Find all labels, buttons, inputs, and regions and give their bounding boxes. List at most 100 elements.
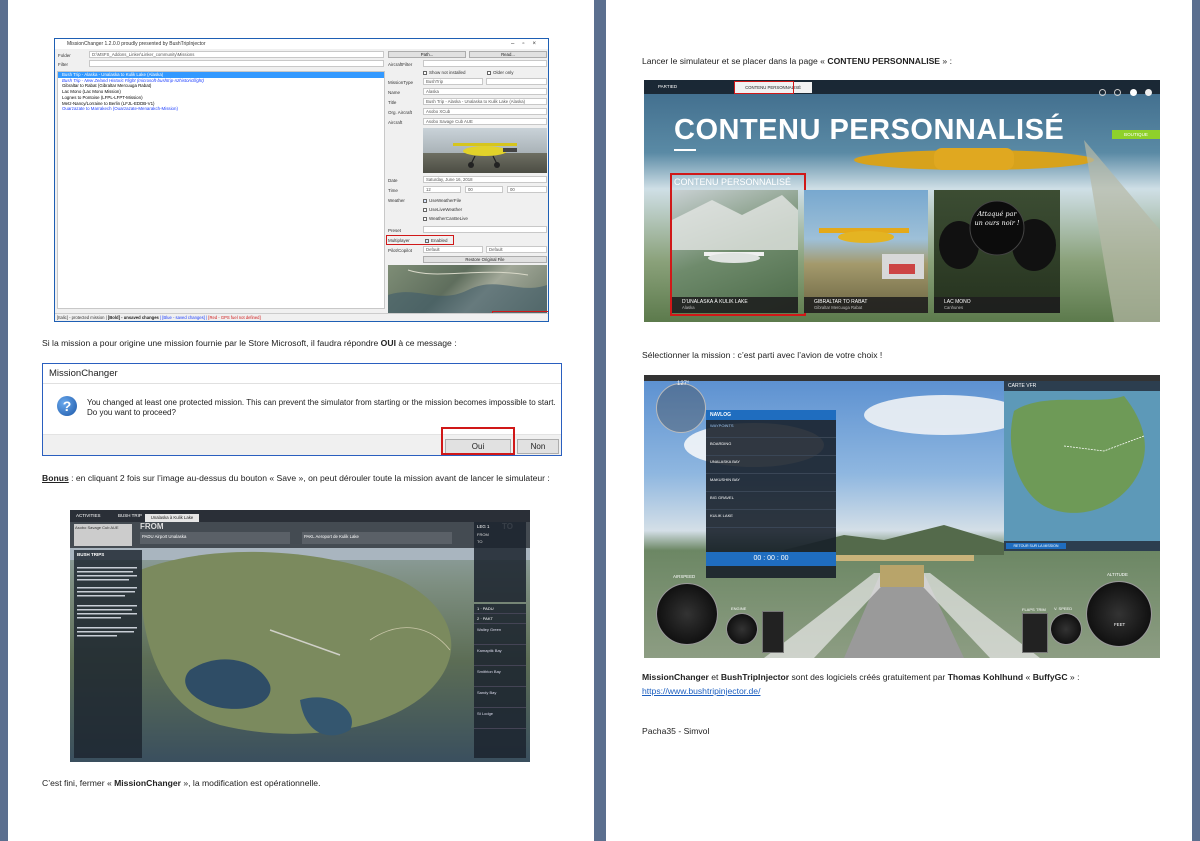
waypoint-item[interactable]: BOARDING xyxy=(706,438,836,456)
tile-gibraltar-image-icon xyxy=(819,228,924,279)
text-bold-oui: OUI xyxy=(380,338,396,348)
paragraph-store-warning: Si la mission a pour origine une mission… xyxy=(42,336,562,350)
aircraft-select[interactable]: Asobo Savage Cub AUE xyxy=(423,118,547,125)
msfs-custom-content-screenshot: PARTIED CONTENU PERSONNALISÉ CONTENU PER… xyxy=(644,80,1160,322)
paragraph-launch-sim: Lancer le simulateur et se placer dans l… xyxy=(642,54,1162,68)
aircraftfilter-input[interactable] xyxy=(423,60,547,67)
waypoint-item[interactable]: WAYPOINTS xyxy=(706,420,836,438)
tile-lac-mono-image-icon xyxy=(939,200,1056,271)
name-input[interactable]: Alaska xyxy=(423,88,547,95)
waypoint-item[interactable]: KULIK LAKE xyxy=(706,510,836,528)
document-page-left: MissionChanger 1.2.0.0 proudly presented… xyxy=(8,0,594,841)
dialog-message: You changed at least one protected missi… xyxy=(87,398,556,417)
heading-value: 127° xyxy=(677,381,690,387)
path-button[interactable]: Path... xyxy=(388,51,466,58)
map-return-button[interactable]: RETOUR SUR LA MISSION xyxy=(1006,543,1066,549)
pilot-select[interactable]: Default xyxy=(423,246,483,253)
weather-option-weatherfile[interactable]: UseWeatherFile xyxy=(423,198,461,203)
highlight-unalaska-tile xyxy=(670,173,806,316)
show-not-installed-checkbox[interactable]: Show not installed xyxy=(423,70,466,75)
leg-item[interactable]: Sandy Bay xyxy=(474,687,526,708)
legs-list-panel[interactable]: 1 · PADU 2 · PAKT Walley Green Kamaptik Bay… xyxy=(474,604,526,758)
document-page-right: Lancer le simulateur et se placer dans l… xyxy=(606,0,1192,841)
topbar-icons xyxy=(1099,83,1155,96)
date-picker[interactable]: Saturday, June 16, 2018 xyxy=(423,176,547,183)
leg-panel: LEG 1 FROM TO xyxy=(474,522,526,602)
boutique-button[interactable]: BOUTIQUE xyxy=(1112,130,1160,139)
navlog-panel[interactable]: NAVLOG WAYPOINTS BOARDING UNALASKA BAY MAKU… xyxy=(706,410,836,578)
weather-label: Weather xyxy=(388,198,405,203)
msfs-cockpit-screenshot: 127° NAVLOG WAYPOINTS BOARDING UNALASKA BA… xyxy=(644,375,1160,658)
leg-to-row: TO xyxy=(477,539,483,544)
leg-item[interactable]: Kamaptik Bay xyxy=(474,645,526,666)
mission-list-item[interactable]: Ouarzazate to Marrakech (Ouarzazate-Mena… xyxy=(58,106,384,112)
vspeed-label: V. SPEED xyxy=(1054,606,1073,611)
tab-bushtrip[interactable]: BUSH TRIP xyxy=(118,513,142,518)
vfr-map-panel[interactable]: CARTE VFR RETOUR SUR LA MISSION xyxy=(1004,381,1160,551)
bushtripinjector-link[interactable]: https://www.bushtripinjector.de/ xyxy=(642,684,760,698)
waypoint-item[interactable]: BIG GRAVEL xyxy=(706,492,836,510)
folder-input[interactable]: D:\MSFS_Addons_Linker\Linker_community\M… xyxy=(89,51,384,58)
leg-item[interactable]: Walley Green xyxy=(474,624,526,645)
flaps-trim-indicators xyxy=(1022,613,1048,653)
dialog-no-button[interactable]: Non xyxy=(517,439,559,454)
tab-destination[interactable]: Unalaska à Kulik Lake xyxy=(145,514,199,522)
waypoint-item[interactable]: MAKUSHIN BAY xyxy=(706,474,836,492)
text-run: C’est fini, fermer « xyxy=(42,778,115,788)
missiontype-input[interactable]: BushTrip xyxy=(423,78,483,85)
vfr-map-image-icon xyxy=(1004,391,1160,541)
tile-gibraltar[interactable]: GIBRALTAR TO RABAT Gibraltar Mercuuga Ra… xyxy=(804,190,928,313)
older-only-checkbox[interactable]: Older only xyxy=(487,70,514,75)
bear-caption: Attaqué par un ours noir ! xyxy=(974,210,1020,227)
title-input[interactable]: Bush Trip - Alaska - Unalaska to Kulik L… xyxy=(423,98,547,105)
heading-indicator: 127° xyxy=(656,381,706,433)
fuel-gauge xyxy=(762,611,784,653)
folder-label: Folder xyxy=(58,53,71,58)
preset-input[interactable] xyxy=(423,226,547,233)
time-hour-input[interactable]: 12 xyxy=(423,186,461,193)
leg-from-row: FROM xyxy=(477,532,489,537)
title-underline xyxy=(674,149,696,151)
settings-icon[interactable] xyxy=(1099,89,1106,96)
weather-option-liveweather[interactable]: UseLiveWeather xyxy=(423,207,462,212)
filter-label: Filter xyxy=(58,62,68,67)
mission-list[interactable]: Bush Trip - Alaska - Unalaska to Kulik L… xyxy=(57,71,385,309)
tab-activities[interactable]: ACTIVITIES xyxy=(76,513,101,518)
text-bold-missionchanger: MissionChanger xyxy=(642,672,709,682)
signature: Pacha35 - Simvol xyxy=(642,726,710,736)
status-legend: [Italic] - protected mission | [Bold] - … xyxy=(55,313,548,321)
filter-input[interactable] xyxy=(89,60,384,67)
mission-map-thumbnail[interactable] xyxy=(388,265,547,313)
tab-partied[interactable]: PARTIED xyxy=(658,84,677,89)
paragraph-bonus: Bonus : en cliquant 2 fois sur l’image a… xyxy=(42,471,562,485)
waypoint-list[interactable]: WAYPOINTS BOARDING UNALASKA BAY MAKUSHIN BA… xyxy=(706,420,836,528)
time-second-input[interactable]: 00 xyxy=(507,186,547,193)
to-airport: PAKL Aeroport de Kulik Lake xyxy=(302,532,452,544)
restore-original-button[interactable]: Restore Original File xyxy=(423,256,547,263)
briefing-text-lines-icon xyxy=(77,567,137,637)
show-not-installed-label: Show not installed xyxy=(429,70,466,75)
missiontype-extra-input[interactable] xyxy=(486,78,547,85)
status-legend-part: | [Blue - saved changes] | xyxy=(158,315,209,320)
from-airport: PADU Airport Unalaska xyxy=(140,532,290,544)
time-label: Time xyxy=(388,188,398,193)
text-run: », la modification est opérationnelle. xyxy=(180,778,321,788)
text-run: » : xyxy=(1067,672,1080,682)
org-aircraft-input[interactable]: Asobo XCub xyxy=(423,108,547,115)
leg-title: LEG 1 xyxy=(477,524,490,529)
tile-lac-mono[interactable]: Attaqué par un ours noir ! LAC MONO Canh… xyxy=(934,190,1060,313)
feet-label: FEET xyxy=(1114,622,1126,627)
leg-item[interactable]: Smithton Bay xyxy=(474,666,526,687)
waypoint-item[interactable]: UNALASKA BAY xyxy=(706,456,836,474)
copilot-select[interactable]: Default xyxy=(486,246,547,253)
time-minute-input[interactable]: 00 xyxy=(465,186,503,193)
aircraft-card: Asobo Savage Cub AUE xyxy=(74,524,132,546)
notification-icon[interactable] xyxy=(1129,89,1137,96)
name-label: Name xyxy=(388,90,401,95)
weather-option-canbelive[interactable]: WeatherCanBeLive xyxy=(423,216,468,221)
from-to-bar xyxy=(70,522,530,548)
leg-item[interactable]: St Lodge xyxy=(474,708,526,729)
read-button[interactable]: Read... xyxy=(469,51,547,58)
aircraft-card-label: Asobo Savage Cub AUE xyxy=(75,525,119,530)
status-legend-part: [Italic] - protected mission | xyxy=(57,315,108,320)
